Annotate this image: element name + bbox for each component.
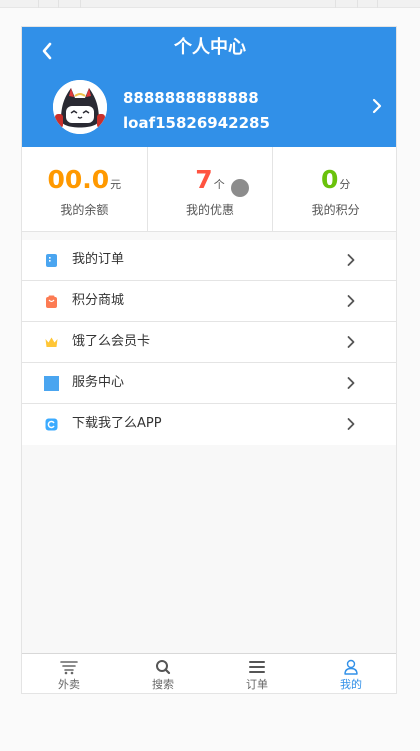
- tab-label-profile: 我的: [340, 678, 362, 691]
- balance-value: 00.0: [47, 165, 110, 194]
- menu-label-download-app: 下载我了么APP: [72, 416, 162, 431]
- phone-frame: 个人中心 8888888888888 loaf15826942285 00.0元: [21, 26, 397, 694]
- chevron-right-icon: [347, 418, 355, 430]
- takeaway-icon: [60, 661, 78, 675]
- coupons-value: 7: [195, 165, 213, 194]
- tab-takeaway[interactable]: 外卖: [22, 654, 116, 693]
- stat-balance[interactable]: 00.0元 我的余额: [22, 147, 147, 231]
- chevron-right-icon: [347, 377, 355, 389]
- cat-avatar-icon: [53, 80, 107, 134]
- menu-item-download-app[interactable]: 下载我了么APP: [22, 404, 396, 445]
- tab-orders[interactable]: 订单: [210, 654, 304, 693]
- menu-label-service-center: 服务中心: [72, 375, 125, 390]
- points-value: 0: [320, 165, 339, 194]
- menu-list: 我的订单 积分商城 饿了么会员卡 服务中心 下载我了么APP: [22, 240, 396, 445]
- app-download-icon: [45, 418, 58, 431]
- balance-unit: 元: [110, 178, 122, 191]
- points-label: 我的积分: [311, 203, 360, 217]
- chevron-right-icon[interactable]: [368, 97, 386, 115]
- tab-label-orders: 订单: [246, 678, 268, 691]
- menu-label-orders: 我的订单: [72, 252, 125, 267]
- coupons-label: 我的优惠: [186, 203, 235, 217]
- profile-header: 个人中心 8888888888888 loaf15826942285: [22, 27, 396, 147]
- user-account: loaf15826942285: [123, 114, 270, 132]
- menu-item-service-center[interactable]: 服务中心: [22, 363, 396, 404]
- crown-icon: [45, 337, 58, 347]
- chevron-right-icon: [347, 295, 355, 307]
- tab-label-search: 搜索: [152, 678, 174, 691]
- search-icon: [156, 660, 171, 675]
- menu-label-points-mall: 积分商城: [72, 293, 125, 308]
- user-icon: [344, 659, 358, 675]
- chevron-right-icon: [347, 254, 355, 266]
- menu-item-orders[interactable]: 我的订单: [22, 240, 396, 281]
- stat-coupons[interactable]: 7个 我的优惠: [146, 147, 273, 231]
- top-strip: [0, 0, 420, 8]
- list-icon: [249, 661, 265, 673]
- points-unit: 分: [339, 178, 351, 191]
- notification-dot: [230, 179, 249, 197]
- tab-label-takeaway: 外卖: [58, 678, 80, 691]
- order-icon: [46, 254, 57, 267]
- tab-profile[interactable]: 我的: [304, 654, 396, 693]
- coupons-unit: 个: [213, 178, 225, 191]
- service-icon: [44, 376, 59, 391]
- menu-item-vip-card[interactable]: 饿了么会员卡: [22, 322, 396, 363]
- balance-label: 我的余额: [60, 203, 109, 217]
- stat-points[interactable]: 0分 我的积分: [272, 147, 396, 231]
- user-name: 8888888888888: [123, 89, 259, 107]
- bottom-tab-bar: 外卖 搜索 订单 我的: [22, 653, 396, 693]
- chevron-right-icon: [347, 336, 355, 348]
- page-title: 个人中心: [174, 37, 246, 58]
- menu-item-points-mall[interactable]: 积分商城: [22, 281, 396, 322]
- menu-label-vip-card: 饿了么会员卡: [72, 334, 151, 349]
- avatar[interactable]: [53, 80, 107, 134]
- shop-bag-icon: [46, 295, 57, 308]
- tab-search[interactable]: 搜索: [116, 654, 210, 693]
- stats-row: 00.0元 我的余额 7个 我的优惠 0分 我的积分: [22, 147, 396, 232]
